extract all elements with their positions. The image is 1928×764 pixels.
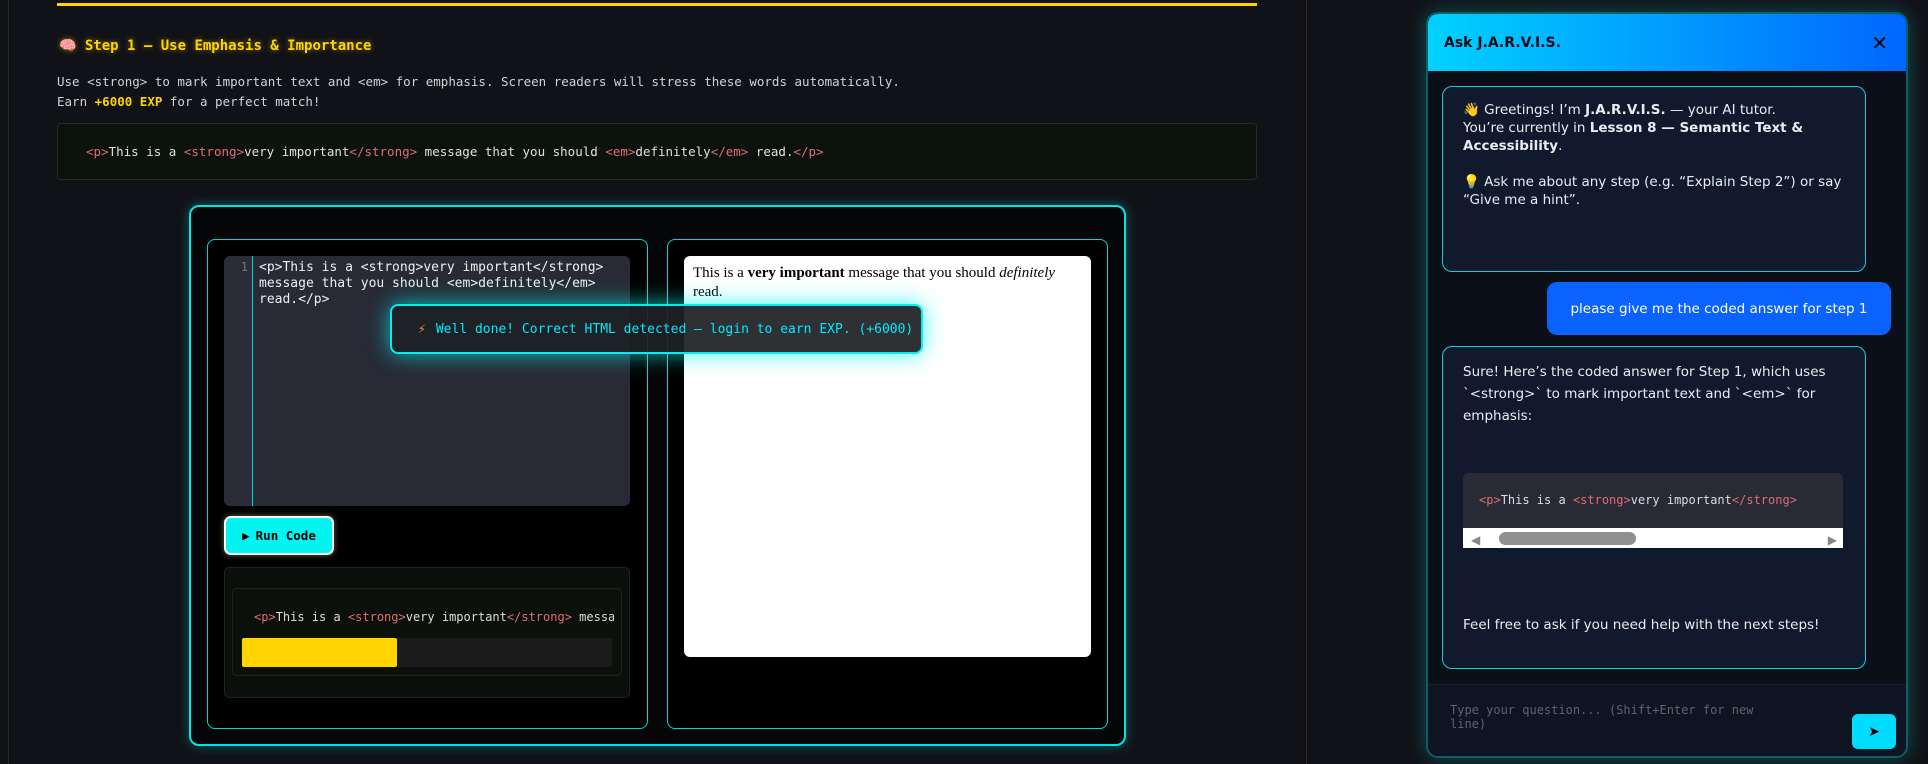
match-progress-bar: [242, 638, 612, 667]
lightbulb-icon: 💡: [1463, 174, 1480, 190]
scroll-thumb[interactable]: [1499, 532, 1636, 545]
jarvis-chat-panel: Ask J.A.R.V.I.S. ✕ 👋 Greetings! I’m J.A.R…: [1426, 12, 1908, 758]
progress-fill: [242, 638, 398, 667]
code-editor-text[interactable]: <p>This is a <strong>very important</str…: [259, 260, 619, 308]
scroll-left-icon: ◀: [1471, 533, 1481, 547]
chat-input-area: Type your question... (Shift+Enter for n…: [1428, 684, 1906, 756]
bot-message: Sure! Here’s the coded answer for Step 1…: [1442, 346, 1866, 669]
step-description: Use <strong> to mark important text and …: [57, 74, 900, 109]
panel-divider: [1306, 0, 1307, 764]
chat-input[interactable]: Type your question... (Shift+Enter for n…: [1450, 703, 1790, 731]
step-title: 🧠 Step 1 – Use Emphasis & Importance: [59, 38, 372, 54]
left-divider: [8, 0, 9, 764]
example-code-block: <p>This is a <strong>very important</str…: [57, 123, 1257, 180]
code-scrollbar[interactable]: ◀ ▶: [1463, 528, 1843, 548]
send-icon: ➤: [1868, 723, 1880, 740]
wave-icon: 👋: [1463, 102, 1480, 118]
user-message: please give me the coded answer for step…: [1547, 282, 1891, 335]
output-code: <p>This is a <strong>very important</str…: [254, 610, 614, 624]
exp-reward: +6000 EXP: [94, 94, 163, 109]
chat-header: Ask J.A.R.V.I.S. ✕: [1428, 14, 1906, 71]
send-button[interactable]: ➤: [1852, 714, 1896, 749]
success-toast: ⚡ Well done! Correct HTML detected – logi…: [390, 304, 923, 354]
play-icon: ▶: [242, 528, 250, 543]
run-code-button[interactable]: ▶ Run Code: [224, 516, 334, 555]
chat-code-block: <p>This is a <strong>very important</str…: [1463, 473, 1843, 528]
section-rule: [57, 3, 1257, 6]
line-numbers: 1: [224, 256, 253, 506]
bot-message: 👋 Greetings! I’m J.A.R.V.I.S. — your AI …: [1442, 86, 1866, 272]
close-icon[interactable]: ✕: [1871, 31, 1888, 55]
brain-icon: 🧠: [59, 38, 77, 54]
code-editor[interactable]: 1 <p>This is a <strong>very important</s…: [224, 256, 630, 506]
lightning-icon: ⚡: [418, 321, 426, 337]
scroll-right-icon: ▶: [1827, 533, 1837, 547]
chat-title: Ask J.A.R.V.I.S.: [1444, 34, 1561, 51]
